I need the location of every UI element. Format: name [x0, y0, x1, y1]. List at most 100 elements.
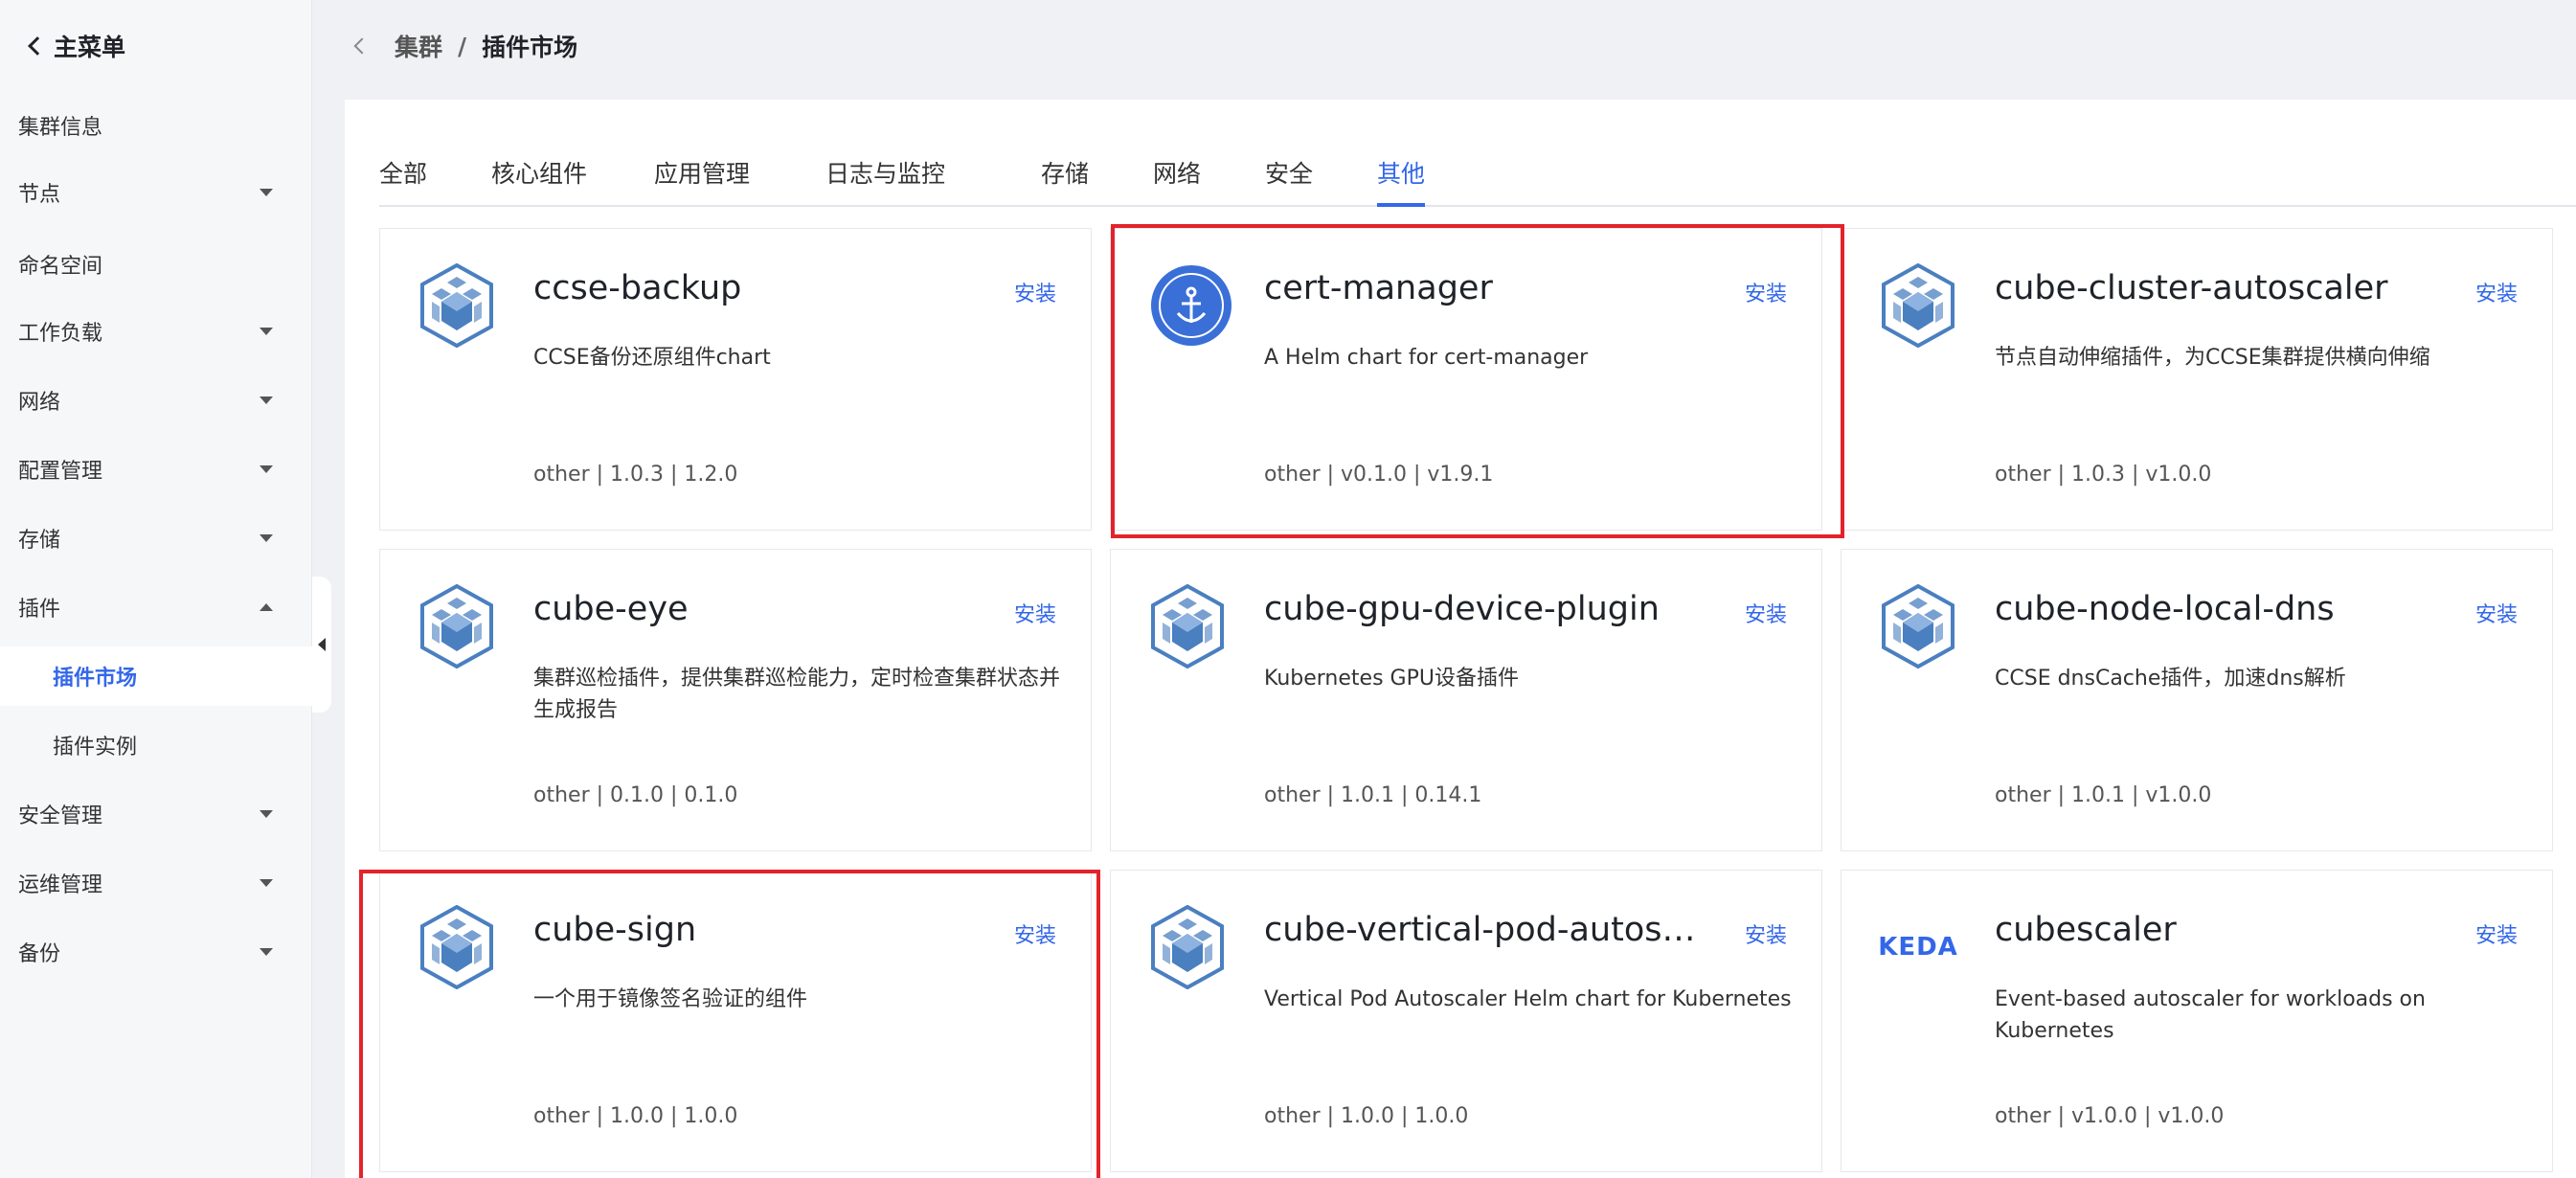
tab-6[interactable]: 网络 — [1153, 144, 1201, 207]
caret-down-icon — [260, 189, 273, 196]
install-button[interactable]: 安装 — [1745, 598, 1787, 628]
plugin-description: Vertical Pod Autoscaler Helm chart for K… — [1264, 987, 1792, 1011]
plugin-name: cubescaler — [1995, 911, 2177, 949]
plugin-description: CCSE dnsCache插件，加速dns解析 — [1995, 667, 2346, 691]
sidebar: 主菜单 集群信息节点命名空间工作负载网络配置管理存储插件插件市场插件实例安全管理… — [0, 0, 312, 1178]
cube-icon — [1149, 583, 1226, 669]
breadcrumb-separator: / — [458, 32, 467, 60]
back-chevron-icon[interactable] — [353, 37, 371, 55]
sidebar-item-label: 备份 — [18, 942, 61, 966]
tab-4[interactable]: 日志与监控 — [825, 144, 945, 207]
sidebar-item-5[interactable]: 网络 — [0, 371, 312, 430]
caret-down-icon — [260, 396, 273, 404]
tab-5[interactable]: 存储 — [1041, 144, 1089, 207]
install-button[interactable]: 安装 — [2475, 277, 2518, 307]
install-button[interactable]: 安装 — [1014, 918, 1056, 949]
tab-2[interactable]: 核心组件 — [491, 144, 587, 207]
sidebar-item-11[interactable]: 安全管理 — [0, 784, 312, 844]
breadcrumb-current: 插件市场 — [482, 34, 578, 61]
tab-7[interactable]: 安全 — [1265, 144, 1313, 207]
install-button[interactable]: 安装 — [1014, 598, 1056, 628]
cert-manager-icon — [1149, 263, 1232, 348]
tab-8[interactable]: 其他 — [1377, 144, 1426, 207]
sidebar-item-13[interactable]: 备份 — [0, 922, 312, 982]
sidebar-item-label: 集群信息 — [18, 116, 103, 140]
plugin-card[interactable]: cube-eye 安装集群巡检插件，提供集群巡检能力，定时检查集群状态并生成报告 o… — [379, 549, 1092, 851]
plugin-name: cube-node-local-dns — [1995, 590, 2335, 628]
plugin-card[interactable]: cube-vertical-pod-autos… 安装 Vertical Pod A… — [1110, 870, 1822, 1172]
plugin-card[interactable]: cube-node-local-dns 安装 CCSE dnsCache插件，加速d… — [1841, 549, 2553, 851]
caret-down-icon — [260, 465, 273, 473]
plugin-card[interactable]: cube-cluster-autoscaler 安装节点自动伸缩插件，为CCSE集… — [1841, 228, 2553, 531]
sidebar-collapse-toggle[interactable] — [312, 577, 331, 713]
sidebar-item-4[interactable]: 工作负载 — [0, 302, 312, 361]
caret-down-icon — [260, 534, 273, 542]
breadcrumb-cluster[interactable]: 集群 — [395, 29, 442, 63]
cube-icon — [418, 262, 495, 349]
collapse-arrow-icon — [318, 638, 326, 651]
plugin-version-meta: other | 1.0.1 | 0.14.1 — [1264, 783, 1482, 807]
plugin-name: cube-vertical-pod-autos… — [1264, 911, 1696, 949]
keda-logo: KEDA — [1878, 933, 1958, 962]
install-button[interactable]: 安装 — [1745, 918, 1787, 949]
plugin-version-meta: other | 1.0.3 | v1.0.0 — [1995, 463, 2212, 487]
plugin-description: 集群巡检插件，提供集群巡检能力，定时检查集群状态并生成报告 — [533, 667, 1061, 722]
plugin-description: Kubernetes GPU设备插件 — [1264, 667, 1519, 691]
cube-icon — [418, 583, 495, 669]
plugin-name: cube-eye — [533, 590, 689, 628]
plugin-description: 节点自动伸缩插件，为CCSE集群提供横向伸缩 — [1995, 346, 2430, 370]
caret-down-icon — [260, 879, 273, 887]
chevron-left-icon — [28, 36, 47, 56]
plugin-version-meta: other | 0.1.0 | 0.1.0 — [533, 783, 738, 807]
sidebar-item-label: 安全管理 — [18, 804, 103, 828]
tab-3[interactable]: 应用管理 — [654, 144, 750, 207]
plugin-card[interactable]: cert-manager 安装 A Helm chart for cert-mana… — [1110, 228, 1822, 531]
sidebar-item-7[interactable]: 存储 — [0, 509, 312, 568]
caret-down-icon — [260, 948, 273, 956]
main-menu-back-button[interactable]: 主菜单 — [27, 25, 125, 67]
install-button[interactable]: 安装 — [2475, 918, 2518, 949]
sidebar-item-3[interactable]: 命名空间 — [0, 235, 312, 294]
sidebar-item-1[interactable]: 集群信息 — [0, 96, 312, 155]
install-button[interactable]: 安装 — [1745, 277, 1787, 307]
category-tabs: 全部 核心组件 应用管理 日志与监控 存储 网络 安全 其他 — [379, 144, 2576, 207]
plugin-version-meta: other | 1.0.3 | 1.2.0 — [533, 463, 738, 487]
install-button[interactable]: 安装 — [2475, 598, 2518, 628]
sidebar-item-12[interactable]: 运维管理 — [0, 853, 312, 913]
plugin-card[interactable]: KEDA cubescaler 安装 Event-based autoscaler f… — [1841, 870, 2553, 1172]
plugin-market-panel: 全部 核心组件 应用管理 日志与监控 存储 网络 安全 其他 ccse-backup 安装 CCS… — [345, 100, 2576, 1178]
plugin-card[interactable]: cube-sign 安装 一个用于镜像签名验证的组件 other | 1.0.0 | … — [379, 870, 1092, 1172]
cube-icon — [1149, 904, 1226, 990]
plugin-description: Event-based autoscaler for workloads on … — [1995, 987, 2426, 1043]
cube-icon — [1880, 262, 1956, 349]
plugin-card[interactable]: ccse-backup 安装 CCSE备份还原组件chart other | 1.0.… — [379, 228, 1092, 531]
sidebar-item-10[interactable]: 插件实例 — [0, 715, 312, 775]
cube-icon — [418, 904, 495, 990]
plugin-name: cube-cluster-autoscaler — [1995, 269, 2388, 307]
sidebar-item-label: 节点 — [18, 183, 61, 207]
cube-icon — [1880, 583, 1956, 669]
plugin-version-meta: other | 1.0.0 | 1.0.0 — [533, 1104, 738, 1128]
sidebar-item-6[interactable]: 配置管理 — [0, 440, 312, 499]
caret-up-icon — [260, 603, 273, 611]
sidebar-item-label: 工作负载 — [18, 322, 103, 346]
sidebar-item-9[interactable]: 插件市场 — [0, 646, 312, 706]
plugin-version-meta: other | 1.0.1 | v1.0.0 — [1995, 783, 2212, 807]
breadcrumb: 集群 / 插件市场 — [353, 25, 578, 67]
sidebar-item-label: 插件市场 — [53, 667, 138, 691]
tab-1[interactable]: 全部 — [379, 144, 427, 207]
plugin-description: A Helm chart for cert-manager — [1264, 346, 1589, 370]
sidebar-item-8[interactable]: 插件 — [0, 578, 312, 637]
plugin-name: ccse-backup — [533, 269, 742, 307]
sidebar-item-label: 插件 — [18, 598, 61, 622]
install-button[interactable]: 安装 — [1014, 277, 1056, 307]
sidebar-item-label: 存储 — [18, 529, 61, 553]
plugin-version-meta: other | v1.0.0 | v1.0.0 — [1995, 1104, 2225, 1128]
plugin-card[interactable]: cube-gpu-device-plugin 安装 Kubernetes GPU设备… — [1110, 549, 1822, 851]
plugin-version-meta: other | v0.1.0 | v1.9.1 — [1264, 463, 1494, 487]
sidebar-item-2[interactable]: 节点 — [0, 163, 312, 222]
plugin-name: cert-manager — [1264, 269, 1493, 307]
main-menu-label: 主菜单 — [54, 34, 126, 61]
plugin-description: CCSE备份还原组件chart — [533, 346, 771, 370]
sidebar-item-label: 配置管理 — [18, 460, 103, 484]
